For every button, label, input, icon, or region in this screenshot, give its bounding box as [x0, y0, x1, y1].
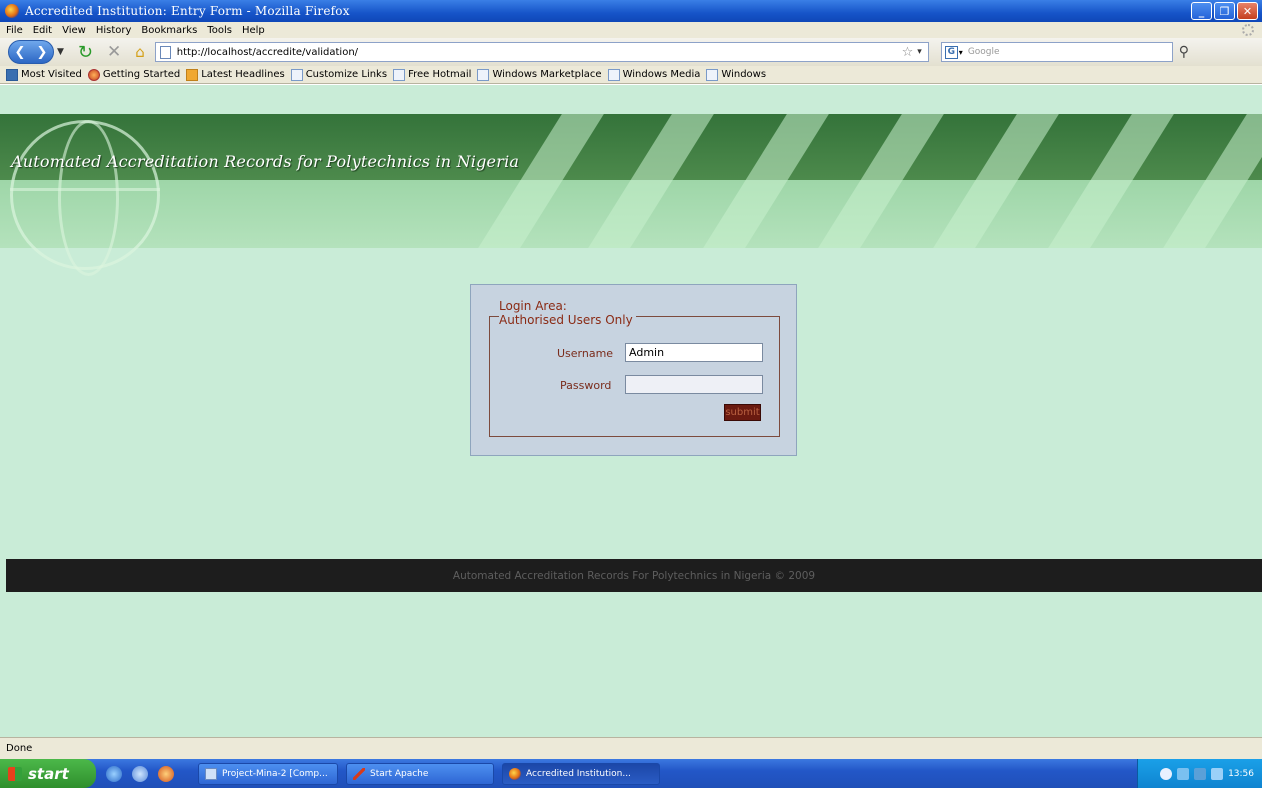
start-label: start — [28, 764, 69, 783]
menu-help[interactable]: Help — [242, 25, 265, 36]
task-button-apache[interactable]: Start Apache — [346, 762, 494, 785]
status-text: Done — [6, 743, 33, 754]
bookmark-label: Windows Marketplace — [492, 69, 602, 80]
password-input[interactable] — [625, 375, 763, 394]
bookmark-windows-marketplace[interactable]: Windows Marketplace — [477, 68, 602, 81]
firefox-icon — [5, 4, 19, 18]
bookmark-label: Customize Links — [305, 69, 388, 80]
rss-folder-icon — [186, 68, 199, 81]
system-tray: 13:56 — [1137, 759, 1262, 788]
menu-edit[interactable]: Edit — [33, 25, 52, 36]
task-label: Accredited Institution... — [526, 768, 631, 779]
windows-taskbar: start Project-Mina-2 [Comp... Start Apac… — [0, 759, 1262, 788]
site-banner: Automated Accreditation Records for Poly… — [0, 114, 1262, 276]
window-icon — [205, 767, 217, 780]
firefox-quicklaunch-icon[interactable] — [158, 765, 174, 782]
home-icon[interactable]: ⌂ — [135, 43, 145, 61]
bookmark-getting-started[interactable]: Getting Started — [87, 68, 181, 81]
menu-history[interactable]: History — [96, 25, 132, 36]
volume-icon[interactable] — [1194, 767, 1207, 780]
username-input[interactable]: Admin — [625, 343, 763, 362]
login-panel: Login Area: Authorised Users Only Userna… — [470, 284, 797, 456]
page-icon — [290, 68, 303, 81]
bookmark-free-hotmail[interactable]: Free Hotmail — [393, 68, 472, 81]
start-button[interactable]: start — [0, 759, 96, 788]
task-button-project[interactable]: Project-Mina-2 [Comp... — [198, 762, 338, 785]
browser-quicklaunch-icon[interactable] — [132, 765, 148, 782]
bookmark-latest-headlines[interactable]: Latest Headlines — [186, 68, 285, 81]
navigation-toolbar: ❮ ❯ ▼ ↻ ✕ ⌂ http://localhost/accredite/v… — [0, 38, 1262, 66]
login-legend-line2: Authorised Users Only — [499, 313, 633, 327]
window-title-bar: Accredited Institution: Entry Form - Moz… — [0, 0, 1262, 22]
bookmark-windows[interactable]: Windows — [706, 68, 767, 81]
bookmark-label: Getting Started — [102, 69, 181, 80]
task-button-firefox[interactable]: Accredited Institution... — [502, 762, 660, 785]
reload-icon[interactable]: ↻ — [78, 42, 93, 63]
bookmark-most-visited[interactable]: Most Visited — [6, 68, 82, 81]
history-dropdown-icon[interactable]: ▼ — [57, 47, 64, 57]
bookmark-customize-links[interactable]: Customize Links — [290, 68, 388, 81]
status-bar: Done — [0, 737, 1262, 759]
task-label: Project-Mina-2 [Comp... — [222, 768, 328, 779]
search-icon[interactable]: ⚲ — [1179, 44, 1189, 60]
close-button[interactable]: ✕ — [1237, 2, 1258, 20]
page-icon — [393, 68, 406, 81]
window-title: Accredited Institution: Entry Form - Moz… — [25, 4, 350, 18]
firefox-icon — [87, 68, 100, 81]
submit-button[interactable]: submit — [724, 404, 761, 421]
bookmark-label: Windows — [721, 69, 767, 80]
search-box[interactable]: G ▾ Google — [940, 42, 1173, 62]
stop-icon[interactable]: ✕ — [107, 42, 121, 62]
password-label: Password — [560, 379, 612, 392]
throbber-icon — [1242, 24, 1254, 36]
bookmarks-toolbar: Most Visited Getting Started Latest Head… — [0, 66, 1262, 84]
globe-logo-icon — [10, 120, 160, 276]
search-engine-dropdown-icon[interactable]: ▾ — [959, 48, 963, 57]
connection-icon[interactable] — [1211, 767, 1224, 780]
forward-arrow-icon[interactable]: ❯ — [37, 45, 48, 60]
network-icon[interactable] — [1177, 767, 1190, 780]
bookmark-label: Free Hotmail — [408, 69, 472, 80]
login-legend: Login Area: Authorised Users Only — [499, 299, 636, 327]
tray-arrow-icon[interactable] — [1160, 767, 1173, 780]
url-text[interactable]: http://localhost/accredite/validation/ — [177, 47, 358, 58]
google-icon[interactable]: G — [944, 45, 958, 59]
site-title: Automated Accreditation Records for Poly… — [11, 152, 520, 171]
username-label: Username — [557, 347, 614, 360]
bookmark-label: Windows Media — [622, 69, 701, 80]
clock: 13:56 — [1228, 768, 1254, 779]
bookmark-label: Latest Headlines — [201, 69, 285, 80]
task-label: Start Apache — [370, 768, 429, 779]
page-icon — [477, 68, 490, 81]
apache-feather-icon — [353, 767, 365, 780]
bookmark-label: Most Visited — [21, 69, 82, 80]
menu-bar: File Edit View History Bookmarks Tools H… — [0, 22, 1262, 38]
page-icon — [706, 68, 719, 81]
bookmark-star-icon[interactable]: ☆ — [902, 45, 914, 60]
back-forward-buttons: ❮ ❯ — [8, 40, 54, 64]
url-dropdown-icon[interactable]: ▾ — [917, 47, 922, 57]
menu-tools[interactable]: Tools — [207, 25, 232, 36]
bookmark-windows-media[interactable]: Windows Media — [607, 68, 701, 81]
menu-bookmarks[interactable]: Bookmarks — [141, 25, 197, 36]
ie-quicklaunch-icon[interactable] — [106, 765, 122, 782]
url-bar[interactable]: http://localhost/accredite/validation/ ☆… — [154, 42, 929, 62]
menu-view[interactable]: View — [62, 25, 86, 36]
search-placeholder: Google — [967, 47, 1000, 57]
windows-logo-icon — [8, 766, 22, 781]
login-legend-line1: Login Area: — [499, 299, 567, 313]
folder-icon — [6, 68, 18, 81]
back-arrow-icon[interactable]: ❮ — [15, 45, 26, 60]
page-content: Automated Accreditation Records for Poly… — [0, 85, 1262, 737]
page-icon — [159, 45, 171, 59]
firefox-icon — [509, 767, 521, 780]
page-footer: Automated Accreditation Records For Poly… — [6, 559, 1262, 592]
page-icon — [607, 68, 620, 81]
menu-file[interactable]: File — [6, 25, 23, 36]
minimize-button[interactable]: _ — [1191, 2, 1212, 20]
maximize-button[interactable]: ❐ — [1214, 2, 1235, 20]
